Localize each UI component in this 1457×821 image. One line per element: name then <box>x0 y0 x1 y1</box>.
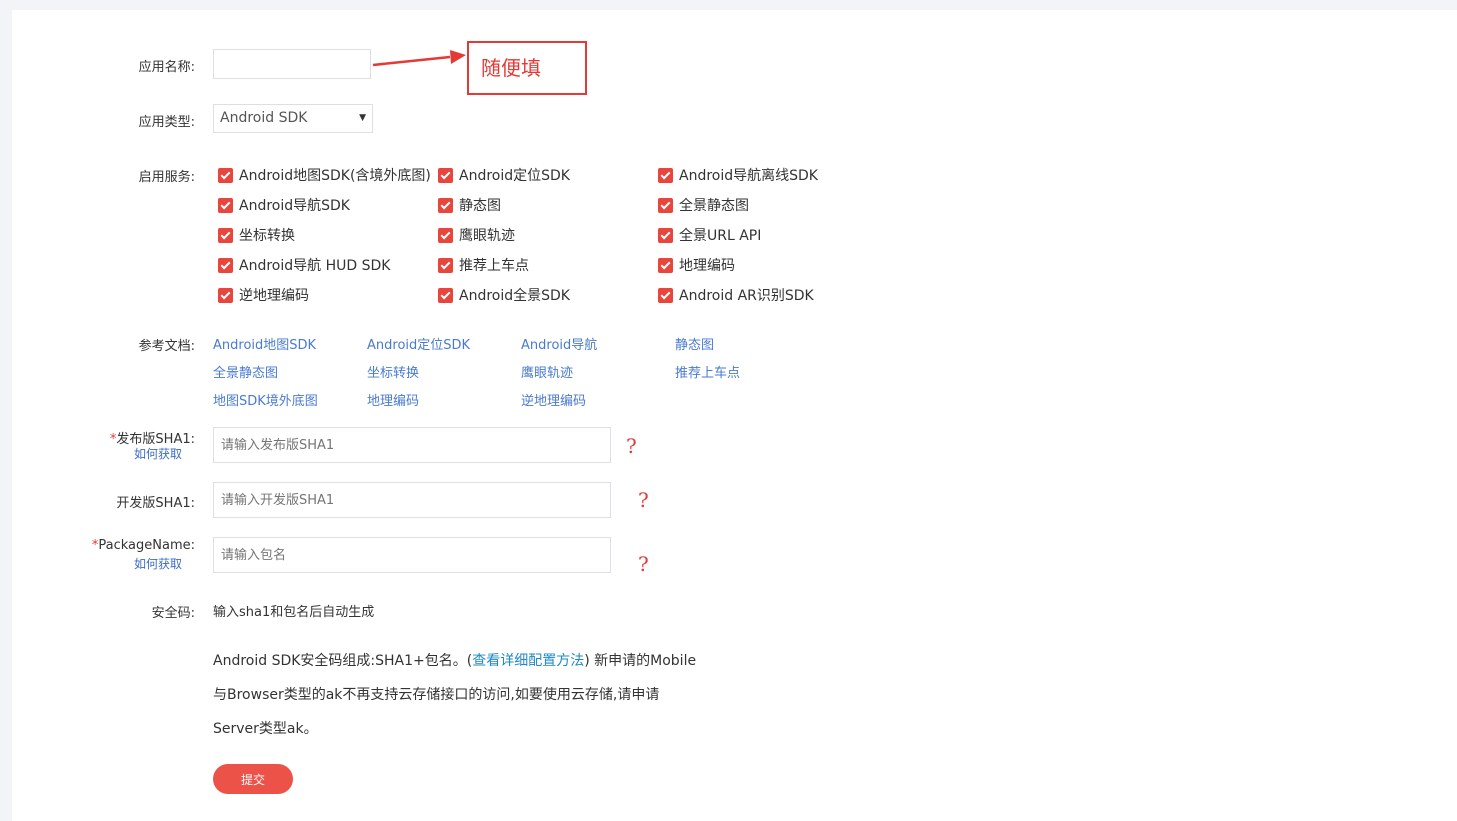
checkbox-checked-icon <box>658 287 673 303</box>
checkbox-checked-icon <box>438 257 453 273</box>
checkbox-checked-icon <box>438 287 453 303</box>
checkbox-checked-icon <box>438 227 453 243</box>
checkbox-checked-icon <box>658 197 673 213</box>
app-type-value: Android SDK <box>220 110 308 126</box>
service-checkbox[interactable]: 逆地理编码 <box>218 286 309 304</box>
security-code-value: 输入sha1和包名后自动生成 <box>213 605 375 620</box>
checkbox-checked-icon <box>438 167 453 183</box>
config-method-link[interactable]: 查看详细配置方法 <box>472 653 584 669</box>
service-checkbox[interactable]: Android导航 HUD SDK <box>218 256 390 274</box>
service-checkbox[interactable]: 地理编码 <box>658 256 735 274</box>
note-line-3: Server类型ak。 <box>213 721 318 737</box>
checkbox-checked-icon <box>218 287 233 303</box>
service-checkbox[interactable]: 推荐上车点 <box>438 256 529 274</box>
app-name-label: 应用名称: <box>138 60 195 75</box>
note-line-2: 与Browser类型的ak不再支持云存储接口的访问,如要使用云存储,请申请 <box>213 687 660 703</box>
checkbox-checked-icon <box>658 257 673 273</box>
doc-link[interactable]: 逆地理编码 <box>521 390 586 409</box>
docs-label: 参考文档: <box>138 339 195 354</box>
release-sha1-input[interactable] <box>213 427 611 463</box>
service-checkbox[interactable]: Android地图SDK(含境外底图) <box>218 166 431 184</box>
doc-link[interactable]: 坐标转换 <box>367 362 419 381</box>
package-name-label: *PackageName: <box>91 538 195 553</box>
checkbox-checked-icon <box>218 227 233 243</box>
annotation-question-mark: ? <box>626 434 637 458</box>
service-checkbox[interactable]: 静态图 <box>438 196 501 214</box>
checkbox-checked-icon <box>438 197 453 213</box>
service-checkbox[interactable]: 坐标转换 <box>218 226 295 244</box>
package-name-input[interactable] <box>213 537 611 573</box>
annotation-callout: 随便填 <box>467 41 587 95</box>
annotation-question-mark: ? <box>638 552 649 576</box>
doc-link[interactable]: 全景静态图 <box>213 362 278 381</box>
service-checkbox[interactable]: Android全景SDK <box>438 286 570 304</box>
submit-button[interactable]: 提交 <box>213 764 293 794</box>
service-checkbox[interactable]: Android导航SDK <box>218 196 350 214</box>
service-checkbox[interactable]: Android AR识别SDK <box>658 286 814 304</box>
app-type-select[interactable]: Android SDK ▼ <box>213 104 373 133</box>
service-checkbox[interactable]: Android定位SDK <box>438 166 570 184</box>
doc-link[interactable]: 地图SDK境外底图 <box>213 390 318 409</box>
annotation-arrow-icon <box>372 50 466 67</box>
service-checkbox[interactable]: 全景静态图 <box>658 196 749 214</box>
dev-sha1-input[interactable] <box>213 482 611 518</box>
service-checkbox[interactable]: 全景URL API <box>658 226 761 244</box>
dev-sha1-label: 开发版SHA1: <box>116 496 195 511</box>
doc-link[interactable]: 鹰眼轨迹 <box>521 362 573 381</box>
doc-link[interactable]: Android定位SDK <box>367 334 470 353</box>
checkbox-checked-icon <box>218 167 233 183</box>
checkbox-checked-icon <box>218 257 233 273</box>
doc-link[interactable]: 地理编码 <box>367 390 419 409</box>
note-line-1: Android SDK安全码组成:SHA1+包名。(查看详细配置方法) 新申请的… <box>213 653 697 669</box>
service-checkbox[interactable]: Android导航离线SDK <box>658 166 818 184</box>
annotation-question-mark: ? <box>638 488 649 512</box>
app-name-input[interactable] <box>213 49 371 79</box>
checkbox-checked-icon <box>658 227 673 243</box>
doc-link[interactable]: 推荐上车点 <box>675 362 740 381</box>
checkbox-checked-icon <box>658 167 673 183</box>
release-sha1-help-link[interactable]: 如何获取 <box>134 445 182 462</box>
doc-link[interactable]: Android导航 <box>521 334 597 353</box>
service-checkbox[interactable]: 鹰眼轨迹 <box>438 226 515 244</box>
services-label: 启用服务: <box>138 170 195 185</box>
doc-link[interactable]: 静态图 <box>675 334 714 353</box>
doc-link[interactable]: Android地图SDK <box>213 334 316 353</box>
security-code-label: 安全码: <box>151 606 195 621</box>
checkbox-checked-icon <box>218 197 233 213</box>
package-name-help-link[interactable]: 如何获取 <box>134 555 182 572</box>
dropdown-arrow-icon: ▼ <box>359 113 366 123</box>
app-type-label: 应用类型: <box>138 115 195 130</box>
